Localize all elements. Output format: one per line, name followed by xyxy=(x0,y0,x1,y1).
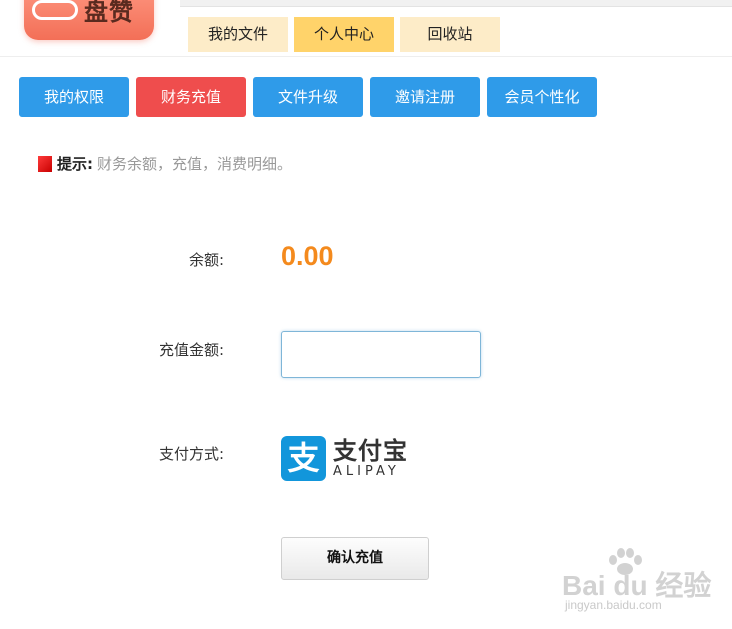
baidu-jingyan-watermark: Bai du 经验 jingyan.baidu.com xyxy=(560,548,725,618)
tab-my-files[interactable]: 我的文件 xyxy=(188,17,288,52)
tab-personal-center[interactable]: 个人中心 xyxy=(294,17,394,52)
site-logo[interactable]: 盘赞 xyxy=(24,0,154,40)
watermark-url: jingyan.baidu.com xyxy=(565,598,662,612)
logo-text: 盘赞 xyxy=(84,0,134,26)
red-square-icon xyxy=(38,155,52,172)
confirm-recharge-button[interactable]: 确认充值 xyxy=(281,537,429,580)
tip-label: 提示: xyxy=(57,155,93,173)
balance-label: 余额: xyxy=(188,251,224,269)
browser-top-strip xyxy=(180,0,732,7)
cloud-icon xyxy=(32,0,78,20)
tip-text: 财务余额，充值，消费明细。 xyxy=(97,155,293,173)
balance-value: 0.00 xyxy=(281,241,334,271)
member-personalization-button[interactable]: 会员个性化 xyxy=(487,77,597,117)
header-divider xyxy=(0,56,732,57)
recharge-amount-input[interactable] xyxy=(281,331,481,378)
alipay-wordmark: 支付宝 ALIPAY xyxy=(333,438,408,480)
payment-method-label: 支付方式: xyxy=(158,445,224,463)
recharge-page: 盘赞 我的文件 个人中心 回收站 我的权限 财务充值 文件升级 邀请注册 会员个… xyxy=(0,0,732,629)
file-upgrade-button[interactable]: 文件升级 xyxy=(253,77,363,117)
top-tabs: 我的文件 个人中心 回收站 xyxy=(188,17,500,52)
alipay-name-cn: 支付宝 xyxy=(333,436,408,465)
alipay-option[interactable]: 支 支付宝 ALIPAY xyxy=(281,436,408,481)
alipay-icon: 支 xyxy=(281,436,326,481)
alipay-name-en: ALIPAY xyxy=(333,463,400,479)
my-permissions-button[interactable]: 我的权限 xyxy=(19,77,129,117)
recharge-amount-label: 充值金额: xyxy=(158,341,224,359)
finance-recharge-button[interactable]: 财务充值 xyxy=(136,77,246,117)
invite-register-button[interactable]: 邀请注册 xyxy=(370,77,480,117)
tip-line: 提示: 财务余额，充值，消费明细。 xyxy=(38,153,292,174)
account-nav-buttons: 我的权限 财务充值 文件升级 邀请注册 会员个性化 xyxy=(19,77,597,117)
tab-recycle-bin[interactable]: 回收站 xyxy=(400,17,500,52)
